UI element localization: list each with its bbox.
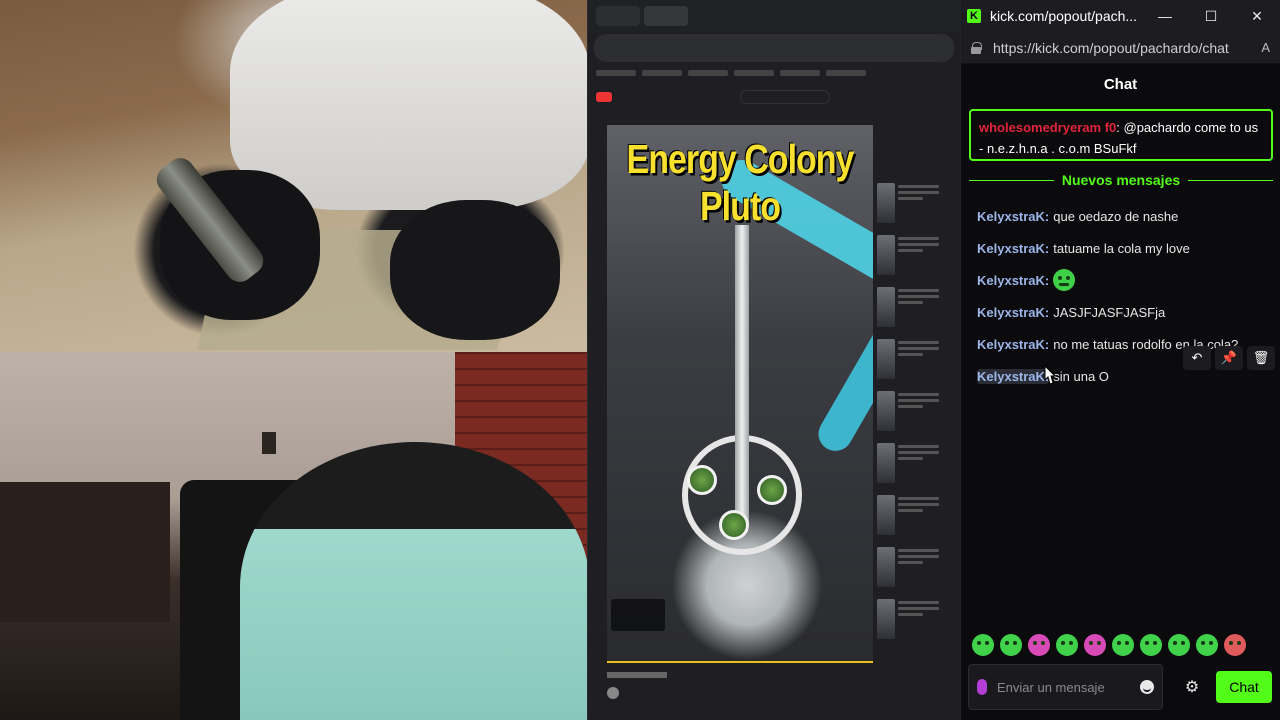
- new-messages-divider: Nuevos mensajes: [969, 170, 1274, 190]
- recommended-item[interactable]: [877, 183, 939, 229]
- chat-header: Chat: [1103, 75, 1138, 93]
- emote-icon[interactable]: [1140, 634, 1162, 656]
- message-actions: ↶ 📌 🗑: [1179, 346, 1275, 370]
- browser-tab-bar: [588, 0, 960, 32]
- close-button[interactable]: ✕: [1234, 0, 1280, 32]
- recommended-list: [877, 125, 939, 665]
- new-messages-label: Nuevos mensajes: [1061, 172, 1181, 188]
- chat-input-placeholder: Enviar un mensaje: [997, 679, 1105, 695]
- video-overlay-card[interactable]: [611, 599, 665, 631]
- mic-icon[interactable]: [977, 679, 987, 695]
- gloved-hand-right: [390, 200, 560, 340]
- chat-username[interactable]: KelyxstraK:: [977, 305, 1049, 320]
- video-river: [812, 266, 873, 458]
- video-tower: [735, 225, 749, 525]
- chat-username[interactable]: KelyxstraK:: [977, 209, 1049, 224]
- pin-icon[interactable]: 📌: [1215, 346, 1243, 370]
- chat-username[interactable]: KelyxstraK:: [977, 337, 1049, 352]
- emote-icon[interactable]: [1168, 634, 1190, 656]
- channel-avatar[interactable]: [607, 687, 619, 699]
- divider-line: [1188, 179, 1274, 181]
- chat-message[interactable]: KelyxstraK: JASJFJASFJASFja: [977, 296, 1277, 328]
- chat-input[interactable]: Enviar un mensaje: [968, 664, 1163, 710]
- recommended-item[interactable]: [877, 443, 939, 489]
- green-emote-icon[interactable]: [1053, 269, 1076, 291]
- recommended-item[interactable]: [877, 287, 939, 333]
- video-dome: [719, 510, 749, 540]
- video-dome: [687, 465, 717, 495]
- video-title: Energy Colony Pluto: [626, 137, 855, 230]
- lock-icon[interactable]: [971, 41, 982, 54]
- emote-icon[interactable]: [1028, 634, 1050, 656]
- video-info-title: [607, 672, 667, 678]
- window-title-bar: K kick.com/popout/pach... — ☐ ✕: [961, 0, 1280, 32]
- maximize-button[interactable]: ☐: [1188, 0, 1234, 32]
- chat-text: sin una O: [1053, 368, 1109, 384]
- video-dome: [757, 475, 787, 505]
- mouse-cursor-icon: [1044, 364, 1057, 385]
- delete-icon[interactable]: 🗑: [1247, 346, 1275, 370]
- chat-username[interactable]: KelyxstraK:: [977, 368, 1050, 384]
- window-title: kick.com/popout/pach...: [990, 8, 1138, 24]
- gear-icon[interactable]: ⚙: [1182, 677, 1202, 697]
- shelf: [0, 482, 170, 622]
- browser-url-bar[interactable]: [594, 34, 954, 62]
- chat-text: que oedazo de nashe: [1053, 208, 1179, 224]
- emote-icon[interactable]: [1196, 634, 1218, 656]
- bookmark[interactable]: [780, 70, 820, 76]
- emote-icon[interactable]: [1084, 634, 1106, 656]
- emote-icon[interactable]: [1056, 634, 1078, 656]
- address-url[interactable]: https://kick.com/popout/pachardo/chat: [993, 40, 1261, 56]
- bookmark[interactable]: [688, 70, 728, 76]
- wall-switch: [262, 432, 276, 454]
- emote-quick-bar: [972, 634, 1272, 658]
- browser-tab[interactable]: [596, 6, 640, 26]
- reply-icon[interactable]: ↶: [1183, 346, 1211, 370]
- chat-message[interactable]: KelyxstraK: que oedazo de nashe: [977, 200, 1277, 232]
- recommended-item[interactable]: [877, 339, 939, 385]
- pinned-message[interactable]: wholesomedryeram f0: @pachardo come to u…: [969, 109, 1273, 161]
- chat-text: JASJFJASFJASFja: [1053, 304, 1166, 320]
- youtube-header: [588, 82, 960, 112]
- chat-message[interactable]: KelyxstraK:: [977, 264, 1277, 296]
- chat-text: tatuame la cola my love: [1053, 240, 1190, 256]
- emote-icon[interactable]: [1224, 634, 1246, 656]
- bookmark[interactable]: [596, 70, 636, 76]
- recommended-item[interactable]: [877, 391, 939, 437]
- recommended-item[interactable]: [877, 547, 939, 593]
- webcam-room-feed: [0, 352, 587, 720]
- minimize-button[interactable]: —: [1142, 0, 1188, 32]
- bookmark[interactable]: [734, 70, 774, 76]
- send-chat-button[interactable]: Chat: [1216, 671, 1272, 703]
- screen: Energy Colony Pluto K kick.com/popout/pa…: [0, 0, 1280, 720]
- address-bar: https://kick.com/popout/pachardo/chat A: [961, 32, 1280, 64]
- browser-tab-active[interactable]: [644, 6, 688, 26]
- chat-popout-window: K kick.com/popout/pach... — ☐ ✕ https://…: [960, 0, 1280, 720]
- emote-icon[interactable]: [1000, 634, 1022, 656]
- emote-icon[interactable]: [972, 634, 994, 656]
- read-aloud-icon[interactable]: A: [1261, 40, 1270, 55]
- youtube-logo-icon[interactable]: [596, 92, 612, 102]
- browser-window: Energy Colony Pluto: [587, 0, 960, 720]
- divider-line: [969, 179, 1054, 181]
- video-player[interactable]: Energy Colony Pluto: [607, 125, 873, 663]
- emote-icon[interactable]: [1112, 634, 1134, 656]
- youtube-search-input[interactable]: [740, 90, 830, 104]
- webcam-hands-feed: [0, 0, 587, 352]
- video-info: [607, 672, 947, 716]
- person: [240, 442, 587, 720]
- recommended-item[interactable]: [877, 235, 939, 281]
- bookmark[interactable]: [642, 70, 682, 76]
- recommended-item[interactable]: [877, 599, 939, 645]
- emoji-picker-icon[interactable]: [1140, 680, 1154, 694]
- bookmarks-bar: [588, 64, 960, 82]
- chat-username[interactable]: KelyxstraK:: [977, 273, 1049, 288]
- chat-message[interactable]: KelyxstraK: tatuame la cola my love: [977, 232, 1277, 264]
- chat-username[interactable]: KelyxstraK:: [977, 241, 1049, 256]
- kick-logo-icon: K: [967, 9, 981, 23]
- recommended-item[interactable]: [877, 495, 939, 541]
- bookmark[interactable]: [826, 70, 866, 76]
- pinned-username[interactable]: wholesomedryeram f0: [979, 120, 1116, 135]
